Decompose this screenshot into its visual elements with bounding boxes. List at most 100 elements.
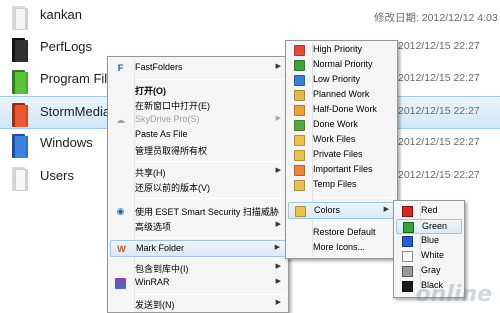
gray-swatch-icon bbox=[402, 266, 413, 277]
file-name: Users bbox=[40, 168, 74, 183]
menu-item-label: Important Files bbox=[313, 164, 373, 174]
menu-separator bbox=[136, 294, 286, 295]
mark-item-planned-work[interactable]: Planned Work bbox=[288, 88, 395, 103]
submenu-arrow-icon: ▶ bbox=[275, 263, 281, 270]
menu-item-label: Temp Files bbox=[313, 179, 357, 189]
menu-item-advanced[interactable]: 高级选项 ▶ bbox=[110, 219, 286, 234]
file-date: 2012/12/15 22:27 bbox=[398, 169, 480, 181]
menu-item-label: Half-Done Work bbox=[313, 104, 377, 114]
menu-item-label: Green bbox=[422, 221, 448, 231]
mark-item-private-files[interactable]: Private Files bbox=[288, 148, 395, 163]
menu-item-label: Colors bbox=[314, 205, 341, 215]
mark-item-high-priority[interactable]: High Priority bbox=[288, 43, 395, 58]
menu-item-label: Normal Priority bbox=[313, 59, 373, 69]
menu-item-share[interactable]: 共享(H) ▶ bbox=[110, 165, 286, 180]
menu-item-open-new-window[interactable]: 在新窗口中打开(E) bbox=[110, 98, 286, 113]
submenu-arrow-icon: ▶ bbox=[274, 244, 280, 251]
mark-item-colors[interactable]: Colors ▶ bbox=[288, 202, 395, 219]
winrar-icon bbox=[115, 278, 126, 289]
menu-item-eset-scan[interactable]: ◉ 使用 ESET Smart Security 扫描威胁 bbox=[110, 204, 286, 219]
mark-folder-icon: W bbox=[117, 244, 126, 254]
menu-item-label: 共享(H) bbox=[135, 168, 166, 178]
folder-icon bbox=[295, 206, 306, 217]
menu-item-skydrive[interactable]: ☁ SkyDrive Pro(S) ▶ bbox=[110, 113, 286, 128]
menu-item-label: High Priority bbox=[313, 44, 363, 54]
color-item-gray[interactable]: Gray bbox=[396, 264, 462, 279]
menu-item-label: 高级选项 bbox=[135, 222, 172, 232]
menu-separator bbox=[314, 197, 395, 198]
folder-icon bbox=[12, 6, 28, 30]
cloud-icon: ☁ bbox=[116, 115, 125, 125]
file-name: Windows bbox=[40, 135, 93, 150]
folder-icon bbox=[12, 167, 28, 191]
menu-item-label: Done Work bbox=[313, 119, 358, 129]
menu-item-label: Restore Default bbox=[313, 227, 376, 237]
mark-item-important-files[interactable]: Important Files bbox=[288, 163, 395, 178]
mark-item-low-priority[interactable]: Low Priority bbox=[288, 73, 395, 88]
folder-icon bbox=[294, 105, 305, 116]
folder-icon bbox=[294, 45, 305, 56]
menu-item-label: SkyDrive Pro(S) bbox=[135, 114, 200, 124]
menu-item-open[interactable]: 打开(O) bbox=[110, 83, 286, 98]
menu-item-label: 使用 ESET Smart Security 扫描威胁 bbox=[135, 207, 279, 217]
folder-icon bbox=[12, 70, 28, 94]
mark-item-half-done-work[interactable]: Half-Done Work bbox=[288, 103, 395, 118]
menu-item-label: Private Files bbox=[313, 149, 363, 159]
menu-item-label: Low Priority bbox=[313, 74, 361, 84]
menu-separator bbox=[136, 79, 286, 80]
folder-icon bbox=[12, 38, 28, 62]
menu-item-fastfolders[interactable]: F FastFolders ▶ bbox=[110, 61, 286, 76]
mark-item-temp-files[interactable]: Temp Files bbox=[288, 178, 395, 193]
menu-item-label: Work Files bbox=[313, 134, 356, 144]
folder-icon bbox=[294, 180, 305, 191]
menu-item-label: 还原以前的版本(V) bbox=[135, 183, 210, 193]
menu-item-label: 打开(O) bbox=[135, 86, 166, 96]
menu-item-take-ownership[interactable]: 管理员取得所有权 bbox=[110, 143, 286, 158]
folder-icon bbox=[294, 60, 305, 71]
mark-item-done-work[interactable]: Done Work bbox=[288, 118, 395, 133]
menu-item-label: FastFolders bbox=[135, 62, 183, 72]
folder-icon bbox=[12, 103, 28, 127]
folder-icon bbox=[294, 75, 305, 86]
file-row[interactable]: kankan 修改日期: 2012/12/12 4:03 bbox=[0, 0, 500, 33]
submenu-arrow-icon: ▶ bbox=[275, 278, 281, 285]
menu-item-label: White bbox=[421, 250, 445, 260]
file-name: StormMedia bbox=[40, 104, 111, 119]
menu-separator bbox=[136, 259, 286, 260]
red-swatch-icon bbox=[402, 206, 413, 217]
folder-icon bbox=[294, 90, 305, 101]
menu-item-label: WinRAR bbox=[135, 277, 170, 287]
color-item-white[interactable]: White bbox=[396, 249, 462, 264]
submenu-arrow-icon: ▶ bbox=[275, 299, 281, 306]
white-swatch-icon bbox=[402, 251, 413, 262]
fastfolders-icon: F bbox=[117, 63, 124, 73]
file-date: 2012/12/15 22:27 bbox=[398, 72, 480, 84]
mark-item-restore-default[interactable]: Restore Default bbox=[288, 226, 395, 241]
submenu-arrow-icon: ▶ bbox=[275, 63, 281, 70]
folder-icon bbox=[294, 165, 305, 176]
menu-item-winrar[interactable]: WinRAR ▶ bbox=[110, 276, 286, 291]
menu-item-send-to[interactable]: 发送到(N) ▶ bbox=[110, 297, 286, 312]
mark-item-more-icons[interactable]: More Icons... bbox=[288, 241, 395, 256]
mark-item-normal-priority[interactable]: Normal Priority bbox=[288, 58, 395, 73]
menu-item-include-library[interactable]: 包含到库中(I) ▶ bbox=[110, 261, 286, 276]
menu-item-label: Gray bbox=[421, 265, 441, 275]
menu-item-restore-versions[interactable]: 还原以前的版本(V) bbox=[110, 180, 286, 195]
mark-item-work-files[interactable]: Work Files bbox=[288, 133, 395, 148]
menu-item-mark-folder[interactable]: W Mark Folder ▶ bbox=[110, 240, 286, 257]
folder-icon bbox=[294, 150, 305, 161]
menu-item-paste-as-file[interactable]: Paste As File bbox=[110, 128, 286, 143]
color-item-red[interactable]: Red bbox=[396, 204, 462, 219]
file-name: kankan bbox=[40, 7, 82, 22]
menu-separator bbox=[136, 161, 286, 162]
menu-item-label: Planned Work bbox=[313, 89, 370, 99]
menu-separator bbox=[314, 222, 395, 223]
eset-shield-icon: ◉ bbox=[116, 206, 125, 216]
color-item-blue[interactable]: Blue bbox=[396, 234, 462, 249]
file-date: 2012/12/15 22:27 bbox=[398, 136, 480, 148]
black-swatch-icon bbox=[402, 281, 413, 292]
menu-item-label: 发送到(N) bbox=[135, 300, 175, 310]
color-item-green[interactable]: Green bbox=[396, 219, 462, 234]
menu-item-label: Paste As File bbox=[135, 129, 188, 139]
submenu-arrow-icon: ▶ bbox=[383, 206, 389, 213]
